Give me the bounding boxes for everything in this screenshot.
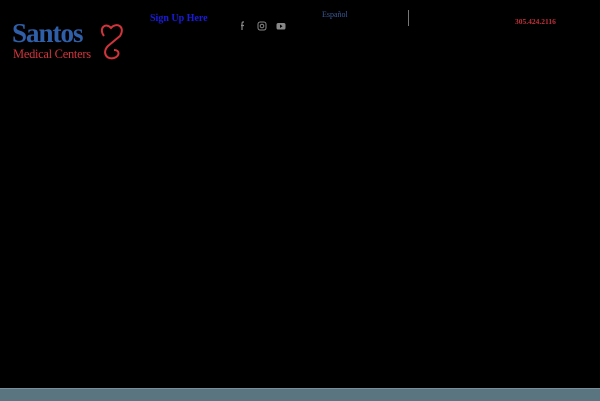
instagram-icon[interactable] bbox=[257, 18, 267, 31]
language-link[interactable]: Español bbox=[322, 10, 348, 19]
facebook-icon[interactable] bbox=[238, 18, 248, 30]
sign-up-link[interactable]: Sign Up Here bbox=[150, 13, 208, 24]
phone-link[interactable]: 305.424.2116 bbox=[515, 17, 556, 26]
logo-main-text: Santos bbox=[12, 18, 84, 48]
site-logo[interactable]: Santos Medical Centers bbox=[12, 18, 123, 62]
youtube-icon[interactable] bbox=[276, 18, 286, 30]
social-links bbox=[238, 18, 286, 31]
heart-stethoscope-icon bbox=[100, 24, 123, 60]
footer-bar bbox=[0, 388, 600, 401]
logo-sub-text: Medical Centers bbox=[13, 47, 91, 61]
header-divider bbox=[408, 10, 409, 26]
